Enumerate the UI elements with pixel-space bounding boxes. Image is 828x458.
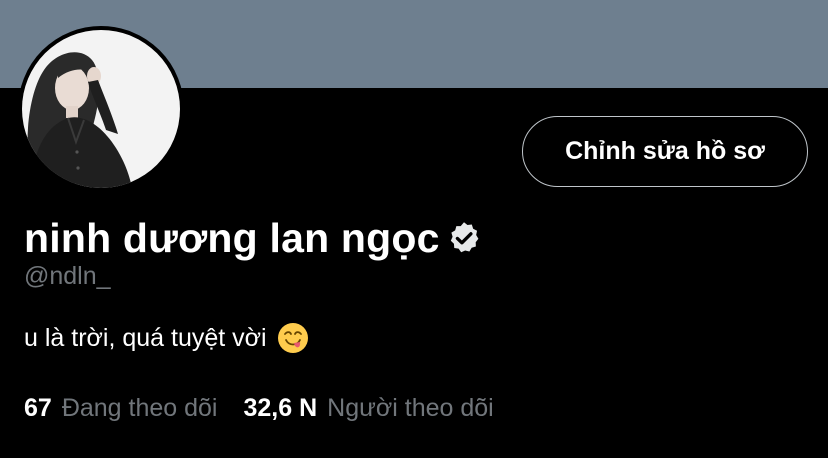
following-stat[interactable]: 67 Đang theo dõi (24, 394, 218, 423)
profile-handle: @ndln_ (24, 262, 111, 290)
yum-emoji-icon (277, 322, 309, 354)
verified-badge-icon[interactable] (446, 220, 482, 256)
avatar[interactable] (18, 26, 184, 192)
following-count: 67 (24, 394, 52, 422)
profile-name-row: ninh dương lan ngọc (24, 212, 482, 264)
profile-bio: u là trời, quá tuyệt vời (24, 322, 309, 354)
profile-name: ninh dương lan ngọc (24, 214, 440, 261)
edit-profile-button[interactable]: Chỉnh sửa hồ sơ (522, 116, 808, 187)
following-label: Đang theo dõi (61, 394, 218, 422)
followers-count: 32,6 N (243, 394, 318, 422)
followers-stat[interactable]: 32,6 N Người theo dõi (244, 394, 494, 423)
avatar-photo (22, 30, 180, 188)
followers-label: Người theo dõi (327, 394, 494, 422)
bio-text: u là trời, quá tuyệt vời (24, 323, 267, 352)
profile-stats: 67 Đang theo dõi 32,6 N Người theo dõi (24, 394, 494, 423)
profile-page: Chỉnh sửa hồ sơ ninh dương lan ngọc @ndl… (0, 0, 828, 458)
